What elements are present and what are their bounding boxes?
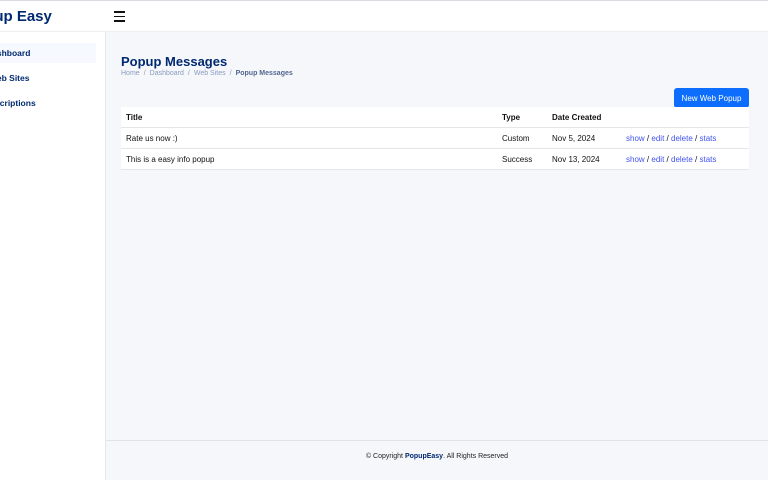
sidebar: Dashboard Web Sites Subscriptions — [0, 32, 106, 480]
cell-type: Custom — [502, 134, 530, 143]
show-link[interactable]: show — [626, 155, 645, 164]
sidebar-item-label: Subscriptions — [0, 98, 36, 108]
footer-brand: PopupEasy — [404, 453, 444, 460]
table-row: Rate us now :) Custom Nov 5, 2024 show /… — [121, 128, 749, 149]
breadcrumb: Home / Dashboard / Web Sites / Popup Messages — [121, 70, 293, 77]
separator: / — [695, 155, 698, 164]
sidebar-item-label: Dashboard — [0, 48, 31, 58]
breadcrumb-dashboard[interactable]: Dashboard — [150, 70, 184, 77]
column-header-date: Date Created — [552, 113, 602, 122]
breadcrumb-home[interactable]: Home — [121, 70, 140, 77]
page-title: Popup Messages — [121, 54, 228, 69]
stats-link[interactable]: stats — [700, 155, 717, 164]
sidebar-item-label: Web Sites — [0, 73, 30, 83]
breadcrumb-current: Popup Messages — [235, 70, 293, 77]
top-header: Popup Easy — [0, 0, 768, 32]
popup-table: Title Type Date Created Rate us now :) C… — [121, 107, 749, 170]
table-row: This is a easy info popup Success Nov 13… — [121, 149, 749, 170]
column-header-type: Type — [502, 113, 521, 122]
cell-type: Success — [502, 155, 533, 164]
separator: / — [646, 134, 650, 143]
column-header-title: Title — [126, 113, 143, 122]
separator: / — [666, 134, 669, 143]
cell-date: Nov 13, 2024 — [552, 155, 600, 164]
new-web-popup-button[interactable]: New Web Popup — [674, 88, 749, 108]
sidebar-item-web-sites[interactable]: Web Sites — [0, 68, 96, 88]
delete-link[interactable]: delete — [671, 134, 693, 143]
cell-title: This is a easy info popup — [126, 155, 215, 164]
copyright-text: © Copyright PopupEasy. All Rights Reserv… — [365, 453, 509, 460]
row-actions: show / edit / delete / stats — [626, 134, 716, 143]
brand-text: Popup Easy — [0, 8, 52, 25]
separator: / — [695, 134, 698, 143]
edit-link[interactable]: edit — [651, 155, 664, 164]
menu-toggle-icon[interactable] — [114, 11, 125, 22]
row-actions: show / edit / delete / stats — [626, 155, 716, 164]
brand-logo[interactable]: Popup Easy — [0, 8, 52, 25]
cell-title: Rate us now :) — [126, 134, 178, 143]
cell-date: Nov 5, 2024 — [552, 134, 596, 143]
breadcrumb-web-sites[interactable]: Web Sites — [194, 70, 226, 77]
separator: / — [666, 155, 669, 164]
main-content: Popup Messages Home / Dashboard / Web Sites /… — [106, 32, 768, 440]
sidebar-item-subscriptions[interactable]: Subscriptions — [0, 93, 96, 113]
footer: © Copyright PopupEasy. All Rights Reserv… — [106, 440, 768, 480]
show-link[interactable]: show — [626, 134, 645, 143]
separator: / — [646, 155, 650, 164]
sidebar-item-dashboard[interactable]: Dashboard — [0, 43, 96, 63]
delete-link[interactable]: delete — [671, 155, 693, 164]
edit-link[interactable]: edit — [651, 134, 664, 143]
table-header-row: Title Type Date Created — [121, 107, 749, 128]
stats-link[interactable]: stats — [700, 134, 717, 143]
